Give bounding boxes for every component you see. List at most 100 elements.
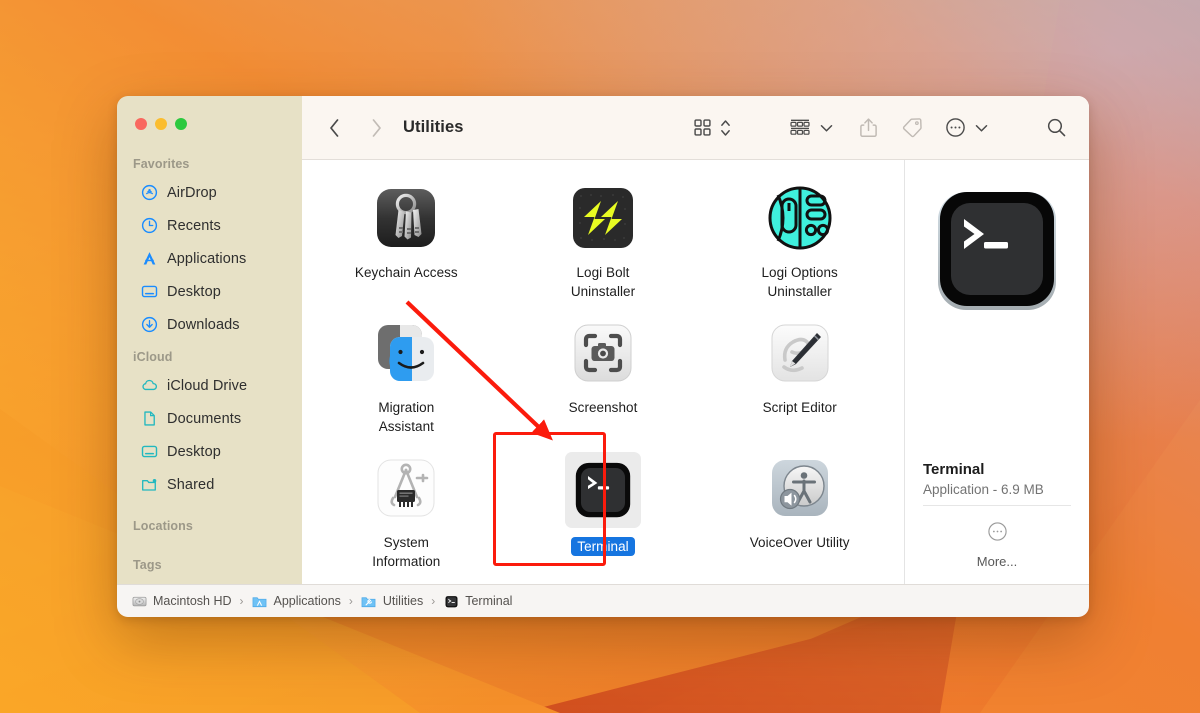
sidebar-section-icloud: iCloud — [133, 350, 173, 364]
sidebar-item-label: Applications — [167, 250, 247, 267]
tag-button[interactable] — [902, 113, 923, 143]
back-button[interactable] — [320, 113, 348, 143]
sidebar-item-applications[interactable]: Applications — [125, 242, 294, 275]
logi-options-icon — [764, 182, 836, 254]
more-actions-chevron[interactable] — [975, 113, 988, 143]
desktop-icon — [141, 283, 158, 300]
file-item-system-information[interactable]: System Information — [308, 446, 505, 581]
sidebar-item-label: Downloads — [167, 316, 240, 333]
sidebar-item-label: Desktop — [167, 443, 221, 460]
zoom-button[interactable] — [175, 118, 187, 130]
share-button[interactable] — [859, 113, 878, 143]
breadcrumb-item-utilities[interactable]: Utilities — [361, 593, 423, 609]
file-item-label: VoiceOver Utility — [749, 535, 850, 550]
breadcrumb-separator: › — [431, 594, 436, 608]
sidebar-item-desktop[interactable]: Desktop — [125, 275, 294, 308]
group-by-chevron[interactable] — [820, 113, 833, 143]
breadcrumb-item-macintosh-hd[interactable]: Macintosh HD — [131, 593, 232, 609]
forward-button[interactable] — [362, 113, 390, 143]
applications-icon — [141, 250, 158, 267]
sidebar: Favorites AirDrop Recents Applications D… — [117, 96, 302, 584]
content-area: Keychain Access Logi Bolt Uninstaller Lo… — [302, 160, 1089, 584]
icon-grid: Keychain Access Logi Bolt Uninstaller Lo… — [302, 160, 904, 581]
preview-title: Terminal — [923, 461, 985, 478]
breadcrumb-item-terminal[interactable]: Terminal — [443, 593, 512, 609]
file-item-terminal[interactable]: Terminal — [505, 446, 702, 581]
sidebar-section-tags: Tags — [133, 558, 162, 572]
terminal-icon — [932, 186, 1062, 316]
document-icon — [141, 410, 158, 427]
file-item-label: Script Editor — [762, 400, 837, 415]
sidebar-item-downloads[interactable]: Downloads — [125, 308, 294, 341]
sidebar-item-airdrop[interactable]: AirDrop — [125, 176, 294, 209]
sidebar-section-favorites: Favorites — [133, 157, 190, 171]
sidebar-item-label: Documents — [167, 410, 242, 427]
sidebar-section-locations: Locations — [133, 519, 193, 533]
page-title: Utilities — [403, 118, 464, 136]
sidebar-item-label: Desktop — [167, 283, 221, 300]
breadcrumb-item-applications[interactable]: Applications — [252, 593, 341, 609]
minimize-button[interactable] — [155, 118, 167, 130]
preview-pane: Terminal Application - 6.9 MB More... — [904, 160, 1089, 584]
airdrop-icon — [141, 184, 158, 201]
clock-icon — [141, 217, 158, 234]
icon-view-button[interactable] — [693, 113, 712, 143]
breadcrumb-label: Applications — [273, 594, 341, 608]
sidebar-item-desktop-icloud[interactable]: Desktop — [125, 435, 294, 468]
window-right-column: Utilities Keychain Access Logi Bolt Unin… — [302, 96, 1089, 584]
sidebar-item-icloud-drive[interactable]: iCloud Drive — [125, 369, 294, 402]
sidebar-item-shared[interactable]: Shared — [125, 468, 294, 501]
file-item-label: Screenshot — [568, 400, 638, 415]
file-item-script-editor[interactable]: Script Editor — [701, 311, 898, 446]
file-item-label: System Information — [372, 535, 441, 569]
file-item-logi-options-uninstaller[interactable]: Logi Options Uninstaller — [701, 176, 898, 311]
preview-subtitle: Application - 6.9 MB — [923, 482, 1044, 497]
file-item-screenshot[interactable]: Screenshot — [505, 311, 702, 446]
sidebar-item-label: Recents — [167, 217, 221, 234]
toolbar: Utilities — [302, 96, 1089, 160]
preview-metadata: Terminal Application - 6.9 MB — [923, 461, 1071, 499]
sidebar-item-recents[interactable]: Recents — [125, 209, 294, 242]
file-item-logi-bolt-uninstaller[interactable]: Logi Bolt Uninstaller — [505, 176, 702, 311]
traffic-light-buttons — [117, 106, 302, 148]
window-body: Favorites AirDrop Recents Applications D… — [117, 96, 1089, 584]
sidebar-item-label: Shared — [167, 476, 215, 493]
breadcrumb-separator: › — [348, 594, 353, 608]
applications-folder-icon — [252, 593, 268, 609]
file-item-voiceover-utility[interactable]: VoiceOver Utility — [701, 446, 898, 581]
finder-window[interactable]: Favorites AirDrop Recents Applications D… — [117, 96, 1089, 617]
sidebar-item-label: AirDrop — [167, 184, 217, 201]
preview-more-button[interactable]: More... — [905, 506, 1089, 584]
search-button[interactable] — [1046, 113, 1067, 143]
preview-top: Terminal Application - 6.9 MB — [905, 160, 1089, 506]
file-item-label: Terminal — [571, 537, 635, 556]
file-item-label: Logi Bolt Uninstaller — [570, 265, 636, 299]
sidebar-item-documents[interactable]: Documents — [125, 402, 294, 435]
cloud-icon — [141, 377, 158, 394]
utilities-folder-icon — [361, 593, 377, 609]
file-item-keychain-access[interactable]: Keychain Access — [308, 176, 505, 311]
breadcrumb-separator: › — [239, 594, 244, 608]
file-item-migration-assistant[interactable]: Migration Assistant — [308, 311, 505, 446]
file-item-label: Keychain Access — [354, 265, 458, 280]
desktop-icon — [141, 443, 158, 460]
system-information-icon — [370, 452, 442, 524]
close-button[interactable] — [135, 118, 147, 130]
script-editor-icon — [764, 317, 836, 389]
keychain-access-icon — [370, 182, 442, 254]
file-item-label: Migration Assistant — [378, 400, 435, 434]
preview-more-label: More... — [976, 554, 1018, 569]
logi-bolt-icon — [567, 182, 639, 254]
more-actions-button[interactable] — [945, 113, 966, 143]
breadcrumb-label: Macintosh HD — [153, 594, 232, 608]
group-by-button[interactable] — [789, 113, 811, 143]
terminal-small-icon — [443, 593, 459, 609]
file-item-label: Logi Options Uninstaller — [761, 265, 838, 299]
sidebar-item-label: iCloud Drive — [167, 377, 248, 394]
view-stepper[interactable] — [720, 113, 731, 143]
terminal-icon — [564, 452, 641, 528]
hard-drive-icon — [131, 593, 147, 609]
icon-grid-container[interactable]: Keychain Access Logi Bolt Uninstaller Lo… — [302, 160, 904, 584]
breadcrumb-label: Terminal — [465, 594, 513, 608]
migration-assistant-icon — [370, 317, 442, 389]
